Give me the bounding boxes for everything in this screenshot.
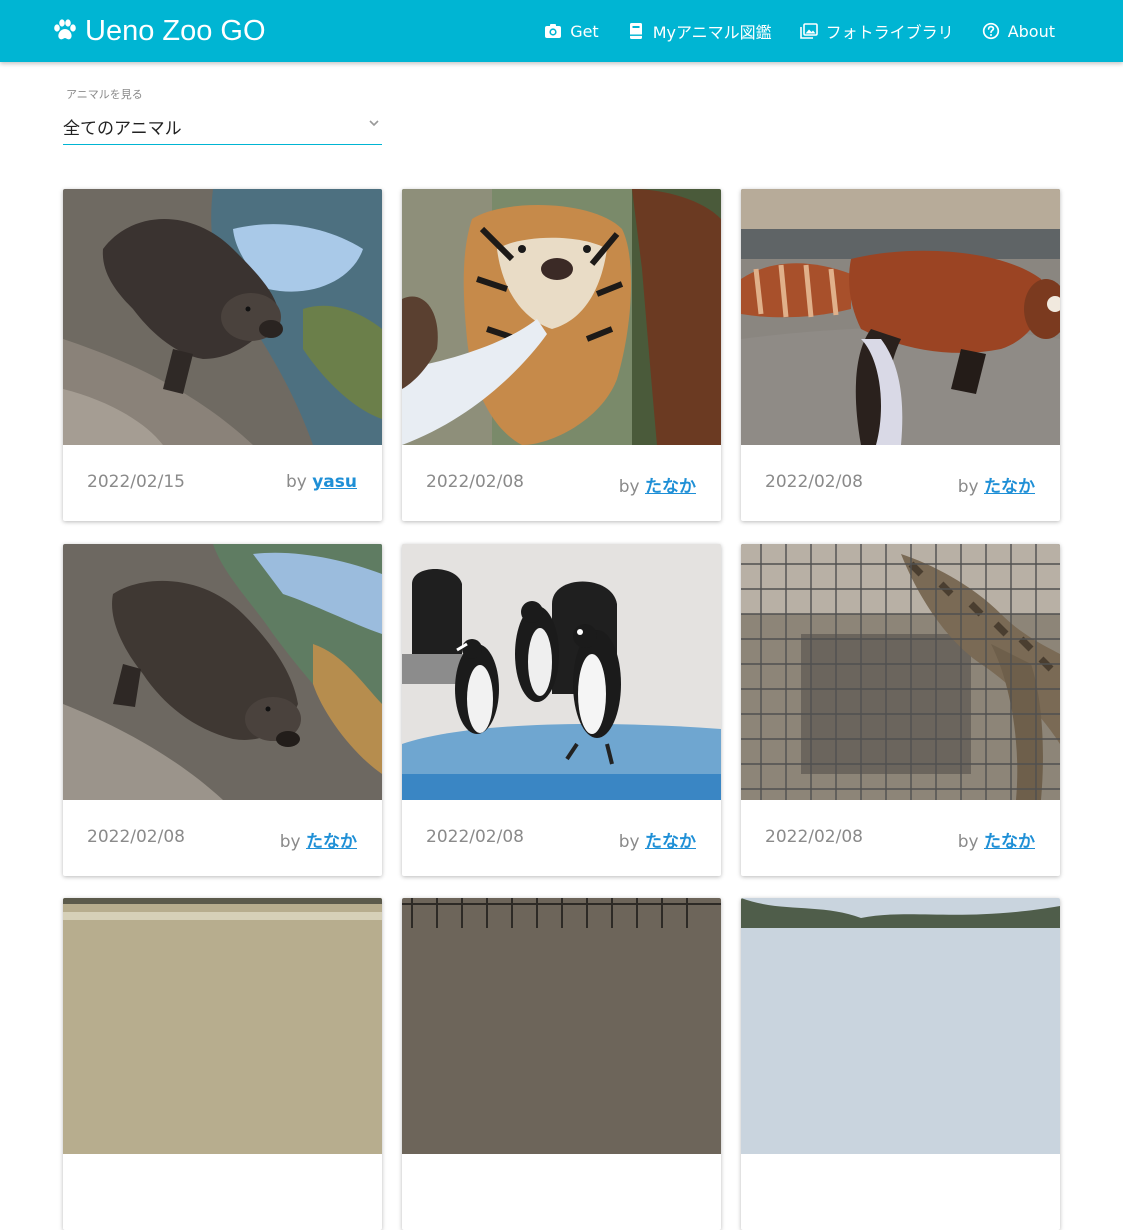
nav-links: Get Myアニマル図鑑 フォトライブラリ About	[516, 0, 1055, 62]
card-user-link[interactable]: yasu	[312, 472, 357, 492]
card-user-link[interactable]: たなか	[306, 832, 357, 852]
nav-my-animal-book-label: Myアニマル図鑑	[652, 23, 772, 42]
card-user-link[interactable]: たなか	[645, 477, 696, 497]
otter-photo	[63, 544, 382, 800]
enclosure-photo	[402, 898, 721, 1154]
photo-card[interactable]: 2022/02/08 by たなか	[402, 189, 721, 521]
camera-icon	[545, 24, 562, 38]
animal-filter-value: 全てのアニマル	[63, 119, 182, 139]
red-panda-photo	[741, 189, 1060, 445]
photo-card[interactable]: 2022/02/08 by たなか	[63, 544, 382, 876]
card-date: 2022/02/08	[87, 827, 185, 847]
top-navbar: Ueno Zoo GO Get Myアニマル図鑑 フォトライブラリ About	[0, 0, 1123, 62]
nav-photo-library[interactable]: フォトライブラリ	[799, 19, 954, 43]
photo-card[interactable]: 2022/02/08 by たなか	[741, 544, 1060, 876]
photo-card[interactable]	[741, 898, 1060, 1230]
card-footer: 2022/02/08 by たなか	[741, 800, 1060, 876]
nav-get[interactable]: Get	[544, 22, 599, 41]
card-user-link[interactable]: たなか	[984, 477, 1035, 497]
card-by-label: by	[618, 832, 640, 852]
photo-card[interactable]	[63, 898, 382, 1230]
card-author: by たなか	[958, 827, 1035, 852]
animal-filter: アニマルを見る 全てのアニマル	[63, 86, 382, 145]
giraffe-photo	[741, 544, 1060, 800]
card-footer: 2022/02/08 by たなか	[63, 800, 382, 876]
paw-icon	[54, 19, 76, 40]
penguins-photo	[402, 544, 721, 800]
card-date: 2022/02/08	[426, 472, 524, 492]
card-by-label: by	[618, 477, 640, 497]
card-date: 2022/02/08	[426, 827, 524, 847]
card-footer: 2022/02/08 by たなか	[402, 800, 721, 876]
photo-card[interactable]: 2022/02/15 by yasu	[63, 189, 382, 521]
tiger-photo	[402, 189, 721, 445]
card-author: by たなか	[619, 827, 696, 852]
photo-library-icon	[799, 23, 818, 39]
card-author: by たなか	[619, 472, 696, 497]
card-author: by たなか	[280, 827, 357, 852]
card-author: by たなか	[958, 472, 1035, 497]
book-icon	[629, 23, 642, 39]
card-date: 2022/02/08	[765, 472, 863, 492]
card-by-label: by	[285, 472, 307, 492]
photo-card[interactable]	[402, 898, 721, 1230]
card-footer: 2022/02/08 by たなか	[402, 445, 721, 521]
brand-link[interactable]: Ueno Zoo GO	[52, 13, 266, 49]
animal-filter-select[interactable]: 全てのアニマル	[63, 104, 382, 145]
otter-photo	[63, 189, 382, 445]
chevron-down-icon	[369, 120, 379, 127]
nav-about[interactable]: About	[982, 22, 1055, 41]
nav-get-label: Get	[570, 21, 599, 41]
card-by-label: by	[957, 477, 979, 497]
animal-filter-label: アニマルを見る	[66, 88, 143, 101]
photo-card[interactable]: 2022/02/08 by たなか	[741, 189, 1060, 521]
card-footer: 2022/02/15 by yasu	[63, 445, 382, 521]
enclosure-photo	[63, 898, 382, 1154]
brand-title: Ueno Zoo GO	[85, 15, 266, 47]
help-circle-icon	[982, 22, 999, 40]
card-date: 2022/02/08	[765, 827, 863, 847]
card-footer: 2022/02/08 by たなか	[741, 445, 1060, 521]
card-by-label: by	[279, 832, 301, 852]
nav-photo-library-label: フォトライブラリ	[825, 23, 954, 42]
trees-photo	[741, 898, 1060, 1154]
card-user-link[interactable]: たなか	[984, 832, 1035, 852]
card-by-label: by	[957, 832, 979, 852]
nav-my-animal-book[interactable]: Myアニマル図鑑	[627, 19, 772, 43]
photo-card[interactable]: 2022/02/08 by たなか	[402, 544, 721, 876]
card-author: by yasu	[286, 472, 357, 492]
card-user-link[interactable]: たなか	[645, 832, 696, 852]
nav-about-label: About	[1007, 21, 1055, 41]
card-date: 2022/02/15	[87, 472, 185, 492]
